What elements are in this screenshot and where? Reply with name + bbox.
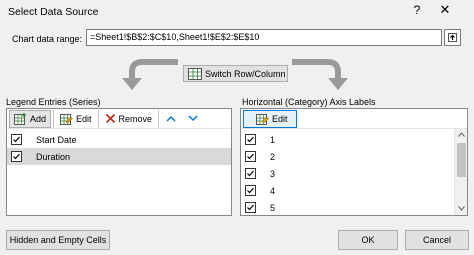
checkbox-icon[interactable]: [11, 134, 22, 145]
series-list-item[interactable]: Duration: [7, 148, 231, 165]
hidden-empty-cells-button[interactable]: Hidden and Empty Cells: [6, 230, 110, 250]
chart-data-range-input[interactable]: =Sheet1!$B$2:$C$10,Sheet1!$E$2:$E$10: [86, 29, 442, 46]
scroll-up-icon[interactable]: [458, 132, 465, 137]
switch-row-column-label: Switch Row/Column: [205, 68, 286, 79]
switch-arrow-left-icon: [122, 59, 178, 90]
checkbox-icon[interactable]: [11, 151, 22, 162]
axis-label-text: 3: [270, 168, 276, 179]
toolbar-divider: [53, 109, 55, 128]
collapse-range-icon: [448, 33, 457, 42]
add-icon: [14, 112, 26, 125]
axis-label-item[interactable]: 1: [241, 131, 454, 148]
toolbar-divider: [158, 109, 160, 128]
remove-series-label: Remove: [118, 113, 153, 124]
edit-axis-labels-label: Edit: [272, 113, 288, 124]
axis-list-scrollbar[interactable]: [454, 129, 467, 215]
move-down-button[interactable]: [183, 110, 203, 128]
axis-label-text: 5: [270, 202, 276, 213]
axis-label-text: 2: [270, 151, 276, 162]
axis-label-text: 4: [270, 185, 276, 196]
remove-icon: [105, 113, 115, 124]
series-name: Start Date: [36, 134, 77, 145]
axis-label-item[interactable]: 5: [241, 199, 454, 216]
legend-entries-list: Start Date Duration: [7, 129, 231, 215]
switch-icon: [188, 67, 202, 80]
scroll-down-icon[interactable]: [458, 206, 465, 211]
checkbox-icon[interactable]: [245, 168, 256, 179]
edit-axis-labels-button[interactable]: Edit: [243, 109, 297, 128]
checkbox-icon[interactable]: [245, 151, 256, 162]
legend-entries-heading: Legend Entries (Series): [6, 97, 101, 107]
add-series-button[interactable]: Add: [9, 109, 52, 128]
series-list-item[interactable]: Start Date: [7, 131, 231, 148]
series-name: Duration: [36, 151, 71, 162]
axis-toolbar: Edit: [241, 109, 467, 129]
edit-series-label: Edit: [76, 113, 92, 124]
move-up-button[interactable]: [161, 110, 181, 128]
checkbox-icon[interactable]: [245, 185, 256, 196]
cancel-button[interactable]: Cancel: [405, 230, 469, 250]
checkbox-icon[interactable]: [245, 134, 256, 145]
edit-series-button[interactable]: Edit: [56, 110, 96, 128]
move-down-icon: [188, 115, 198, 122]
switch-row-column-button[interactable]: Switch Row/Column: [183, 65, 288, 82]
help-icon[interactable]: ?: [410, 3, 424, 17]
axis-labels-heading: Horizontal (Category) Axis Labels: [242, 97, 376, 107]
legend-toolbar: Add Edit Remove: [7, 109, 231, 129]
ok-button[interactable]: OK: [338, 230, 398, 250]
checkbox-icon[interactable]: [245, 202, 256, 213]
axis-label-item[interactable]: 3: [241, 165, 454, 182]
legend-entries-panel: Add Edit Remove Start Date Duration: [6, 108, 232, 216]
axis-labels-list: 1 2 3 4 5: [241, 129, 454, 215]
axis-label-item[interactable]: 4: [241, 182, 454, 199]
dialog-title: Select Data Source: [8, 6, 99, 18]
axis-label-text: 1: [270, 134, 276, 145]
chart-data-range-label: Chart data range:: [12, 34, 83, 44]
toolbar-divider: [97, 109, 99, 128]
axis-label-item[interactable]: 2: [241, 148, 454, 165]
close-icon[interactable]: ✕: [438, 2, 452, 18]
edit-icon: [256, 113, 269, 125]
scrollbar-thumb[interactable]: [457, 143, 466, 177]
axis-labels-panel: Edit 1 2 3 4 5: [240, 108, 468, 216]
remove-series-button[interactable]: Remove: [101, 110, 157, 128]
edit-icon: [60, 113, 73, 125]
switch-arrow-right-icon: [292, 59, 348, 90]
collapse-range-button[interactable]: [444, 29, 461, 46]
add-series-label: Add: [30, 113, 47, 124]
move-up-icon: [166, 115, 176, 122]
